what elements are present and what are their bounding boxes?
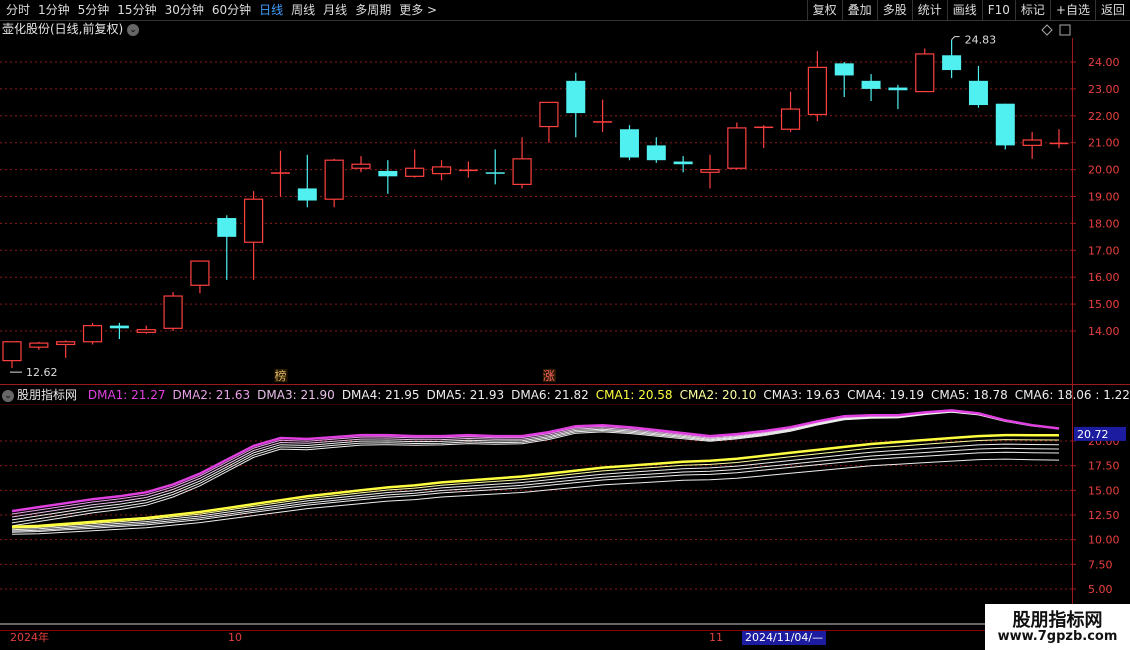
indicator-tick-label: 5.00: [1088, 583, 1113, 596]
candle-body-up: [915, 53, 935, 93]
date-axis: 2024年 10 11 2024/11/04/—: [0, 630, 985, 645]
dma-line: [11, 411, 1060, 524]
window-icon: [1059, 24, 1071, 36]
candle-body-down: [888, 87, 908, 91]
date-label: 10: [228, 631, 242, 644]
indicator-tick-label: 15.00: [1088, 484, 1120, 497]
candle-body-down: [619, 129, 639, 158]
indicator-tick-label: 10.00: [1088, 534, 1120, 547]
signal-marker: 涨: [543, 368, 555, 383]
candle-body-up: [539, 101, 559, 128]
watermark: 股朋指标网 www.7gpzb.com: [985, 604, 1130, 650]
candle-body-up: [405, 167, 425, 177]
candle-body-up: [244, 198, 264, 243]
chart-canvas[interactable]: 24.00 23.00 22.00 21.00 20.00 19.00 18.00 17.00…: [0, 0, 1130, 650]
price-tick-label: 20.00: [1088, 164, 1120, 177]
candle-body-down: [754, 126, 774, 129]
candle-body-up: [1022, 139, 1042, 146]
date-cursor-label: 2024/11/04/—: [742, 631, 827, 645]
candle-body-up: [512, 158, 532, 185]
candle-body-down: [270, 172, 290, 174]
price-tick-label: 21.00: [1088, 137, 1120, 150]
candle-body-up: [700, 169, 720, 173]
candle-body-up: [56, 341, 76, 346]
price-tick-label: 23.00: [1088, 83, 1120, 96]
candle-body-down: [673, 161, 693, 165]
candle-body-down: [861, 80, 881, 89]
price-tick-label: 17.00: [1088, 244, 1120, 257]
candle-body-down: [378, 170, 398, 177]
candle-body-down: [995, 103, 1015, 146]
price-tick-label: 18.00: [1088, 217, 1120, 230]
candle-body-down: [593, 121, 613, 123]
candle-body-up: [780, 108, 801, 130]
signal-marker: 榜: [274, 368, 286, 383]
price-tick-label: 19.00: [1088, 191, 1120, 204]
diamond-icon: [1041, 24, 1053, 36]
price-tick-label: 16.00: [1088, 271, 1120, 284]
candle-body-down: [109, 325, 129, 329]
price-tick-label: 15.00: [1088, 298, 1120, 311]
price-tick-label: 14.00: [1088, 325, 1120, 338]
low-price-label: 12.62: [26, 366, 58, 379]
cma-line: [11, 447, 1060, 532]
candle-body-up: [29, 342, 49, 348]
price-tick-label: 24.00: [1088, 56, 1120, 69]
candle-body-down: [942, 55, 962, 71]
candle-body-up: [351, 163, 371, 169]
watermark-url: www.7gpzb.com: [997, 629, 1118, 644]
date-label: 11: [709, 631, 723, 644]
candle-body-up: [807, 66, 827, 116]
price-tick-label: 22.00: [1088, 110, 1120, 123]
candle-body-down: [458, 169, 478, 172]
candle-body-up: [82, 325, 103, 343]
candle-body-down: [566, 80, 586, 114]
candle-body-down: [968, 80, 988, 106]
dma-line: [11, 411, 1060, 527]
candle-body-up: [727, 127, 747, 169]
candle-body-up: [431, 166, 452, 175]
high-price-label: 24.83: [965, 34, 997, 47]
candle-body-down: [646, 145, 666, 161]
current-value-label: 20.72: [1077, 428, 1109, 441]
candle-body-up: [2, 341, 22, 362]
candle-body-up: [190, 260, 210, 286]
indicator-tick-label: 12.50: [1088, 509, 1120, 522]
candle-body-down: [297, 188, 317, 201]
indicator-tick-label: 17.50: [1088, 460, 1120, 473]
candle-body-up: [136, 329, 156, 333]
candle-body-down: [1049, 142, 1069, 145]
candle-body-down: [217, 218, 237, 237]
candle-body-down: [834, 63, 854, 76]
candle-body-up: [324, 159, 344, 200]
high-marker-arrow: [951, 36, 960, 41]
candle-body-down: [485, 172, 505, 174]
date-label: 2024年: [10, 631, 49, 644]
indicator-tick-label: 7.50: [1088, 558, 1113, 571]
candle-body-up: [163, 295, 183, 329]
